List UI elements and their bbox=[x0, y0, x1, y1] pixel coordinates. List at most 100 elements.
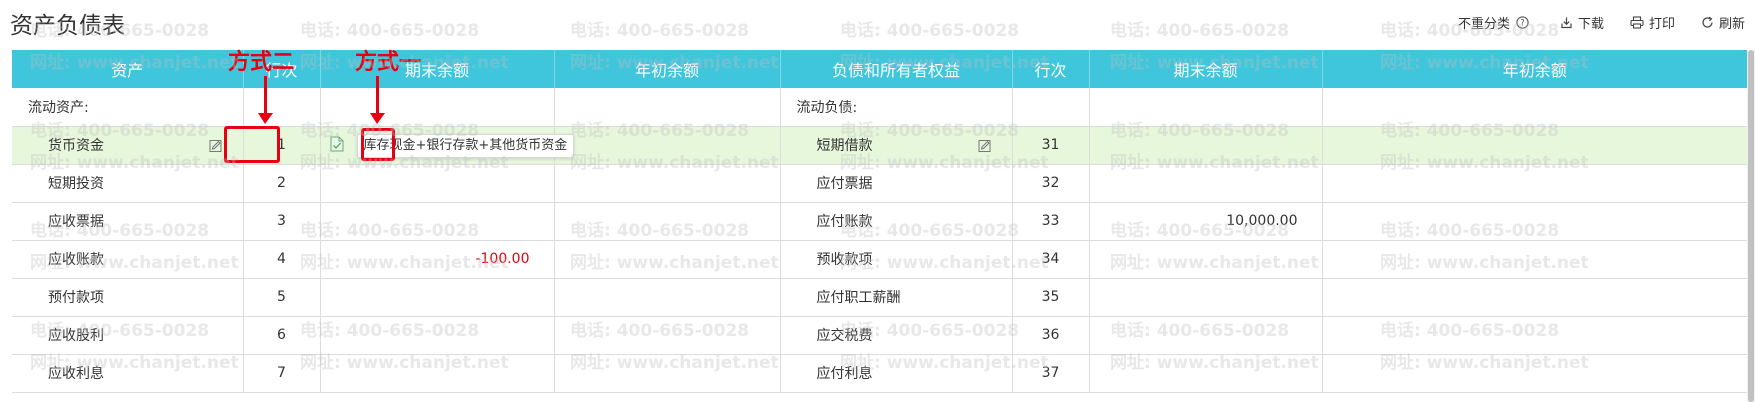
liab-beginning-balance[interactable] bbox=[1321, 240, 1747, 279]
asset-ending-balance[interactable] bbox=[319, 164, 554, 203]
asset-beginning-balance[interactable] bbox=[553, 240, 780, 279]
download-icon bbox=[1561, 17, 1572, 28]
download-button[interactable]: 下载 bbox=[1560, 13, 1604, 32]
asset-ending-balance[interactable] bbox=[319, 202, 554, 241]
print-label: 打印 bbox=[1648, 16, 1675, 32]
refresh-icon bbox=[1702, 16, 1713, 28]
asset-beginning-balance[interactable] bbox=[553, 202, 780, 241]
table-row: 应收账款 4 -100.00 预收款项 34 bbox=[12, 240, 1747, 279]
toolbar: 不重分类 ? 下载 打印 刷新 bbox=[1432, 12, 1745, 32]
table-row: 应收股利 6 应交税费 36 bbox=[12, 316, 1747, 355]
page-title: 资产负债表 bbox=[10, 13, 125, 39]
asset-line-no: 4 bbox=[242, 240, 320, 279]
table-row: 短期投资 2 应付票据 32 bbox=[12, 164, 1747, 203]
print-icon bbox=[1630, 15, 1644, 29]
edit-formula-icon[interactable] bbox=[209, 139, 223, 153]
vertical-scrollbar[interactable] bbox=[1747, 50, 1755, 402]
help-icon[interactable]: ? bbox=[1516, 15, 1529, 29]
liab-ending-balance[interactable]: 10,000.00 bbox=[1088, 202, 1322, 241]
liab-ending-balance[interactable] bbox=[1088, 316, 1322, 355]
asset-ending-balance[interactable] bbox=[319, 316, 554, 355]
header-liab-ending-balance: 期末余额 bbox=[1088, 50, 1322, 88]
method-one-highlight-box bbox=[361, 128, 395, 161]
liab-name-cell: 短期借款 bbox=[779, 126, 1012, 165]
table-row: 应收利息 7 应付利息 37 bbox=[12, 354, 1747, 393]
liab-beginning-balance[interactable] bbox=[1321, 88, 1747, 127]
header-asset-beginning-balance: 年初余额 bbox=[553, 50, 780, 88]
asset-name: 应收股利 bbox=[12, 316, 243, 355]
watermark-text: 电话: 400-665-0028 bbox=[570, 21, 750, 41]
liab-line-no: 34 bbox=[1011, 240, 1089, 279]
refresh-button[interactable]: 刷新 bbox=[1701, 13, 1745, 32]
asset-line-no bbox=[242, 88, 320, 127]
liab-beginning-balance[interactable] bbox=[1321, 316, 1747, 355]
liab-ending-balance[interactable] bbox=[1088, 278, 1322, 317]
asset-line-no: 3 bbox=[242, 202, 320, 241]
method-two-arrow bbox=[258, 76, 273, 124]
watermark-text: 电话: 400-665-0028 bbox=[300, 21, 480, 41]
print-button[interactable]: 打印 bbox=[1630, 13, 1675, 32]
header-liab-line-no: 行次 bbox=[1011, 50, 1089, 88]
header-assets: 资产 bbox=[12, 50, 243, 88]
method-two-annotation: 方式二 bbox=[228, 50, 295, 75]
asset-beginning-balance[interactable] bbox=[553, 88, 780, 127]
formula-source-icon[interactable] bbox=[330, 136, 344, 152]
liab-name: 应付票据 bbox=[779, 164, 1012, 203]
svg-text:?: ? bbox=[1520, 18, 1525, 28]
asset-name: 应收票据 bbox=[12, 202, 243, 241]
asset-beginning-balance[interactable] bbox=[553, 126, 780, 165]
asset-line-no: 7 bbox=[242, 354, 320, 393]
asset-name: 货币资金 bbox=[48, 138, 104, 154]
table-row: 应收票据 3 应付账款 33 10,000.00 bbox=[12, 202, 1747, 241]
asset-line-no: 5 bbox=[242, 278, 320, 317]
asset-beginning-balance[interactable] bbox=[553, 164, 780, 203]
liab-name: 短期借款 bbox=[816, 138, 873, 154]
liab-line-no bbox=[1011, 88, 1089, 127]
asset-ending-balance[interactable]: -100.00 bbox=[319, 240, 554, 279]
liab-ending-balance[interactable] bbox=[1088, 354, 1322, 393]
liab-name: 应付职工薪酬 bbox=[779, 278, 1012, 317]
asset-ending-balance[interactable]: 库存现金+银行存款+其他货币资金 bbox=[319, 126, 575, 165]
liab-line-no: 35 bbox=[1011, 278, 1089, 317]
liab-line-no: 32 bbox=[1011, 164, 1089, 203]
liab-beginning-balance[interactable] bbox=[1321, 278, 1747, 317]
liab-name: 应交税费 bbox=[779, 316, 1012, 355]
method-two-highlight-box bbox=[224, 126, 280, 163]
download-label: 下载 bbox=[1577, 16, 1604, 32]
asset-beginning-balance[interactable] bbox=[553, 278, 780, 317]
liab-ending-balance[interactable] bbox=[1088, 126, 1322, 165]
liab-beginning-balance[interactable] bbox=[1321, 126, 1747, 165]
liab-line-no: 37 bbox=[1011, 354, 1089, 393]
no-reclassify-label: 不重分类 bbox=[1457, 16, 1510, 32]
balance-sheet-table: 资产 行次 期末余额 年初余额 负债和所有者权益 行次 期末余额 年初余额 流动… bbox=[12, 50, 1747, 393]
asset-line-no: 6 bbox=[242, 316, 320, 355]
asset-ending-balance[interactable] bbox=[319, 354, 554, 393]
asset-ending-balance[interactable] bbox=[319, 278, 554, 317]
asset-name-cell: 货币资金 bbox=[12, 126, 243, 165]
liab-ending-balance[interactable] bbox=[1088, 240, 1322, 279]
asset-line-no: 2 bbox=[242, 164, 320, 203]
no-reclassify-option[interactable]: 不重分类 ? bbox=[1458, 13, 1534, 32]
liab-line-no: 33 bbox=[1011, 202, 1089, 241]
liab-beginning-balance[interactable] bbox=[1321, 354, 1747, 393]
asset-name: 应收账款 bbox=[12, 240, 243, 279]
scrollbar-thumb[interactable] bbox=[1748, 50, 1754, 402]
asset-name: 短期投资 bbox=[12, 164, 243, 203]
asset-beginning-balance[interactable] bbox=[553, 316, 780, 355]
asset-category-label: 流动资产: bbox=[12, 88, 243, 127]
liab-beginning-balance[interactable] bbox=[1321, 164, 1747, 203]
liab-line-no: 31 bbox=[1011, 126, 1089, 165]
asset-beginning-balance[interactable] bbox=[553, 354, 780, 393]
watermark-text: 电话: 400-665-0028 bbox=[840, 21, 1020, 41]
watermark-text: 电话: 400-665-0028 bbox=[1110, 21, 1290, 41]
liab-name: 应付账款 bbox=[779, 202, 1012, 241]
asset-name: 应收利息 bbox=[12, 354, 243, 393]
edit-formula-icon[interactable] bbox=[978, 139, 992, 153]
header-liab-beginning-balance: 年初余额 bbox=[1321, 50, 1747, 88]
liab-beginning-balance[interactable] bbox=[1321, 202, 1747, 241]
asset-ending-balance[interactable] bbox=[319, 88, 554, 127]
liab-ending-balance[interactable] bbox=[1088, 164, 1322, 203]
asset-name: 预付款项 bbox=[12, 278, 243, 317]
method-one-arrow bbox=[370, 76, 385, 124]
liab-ending-balance[interactable] bbox=[1088, 88, 1322, 127]
